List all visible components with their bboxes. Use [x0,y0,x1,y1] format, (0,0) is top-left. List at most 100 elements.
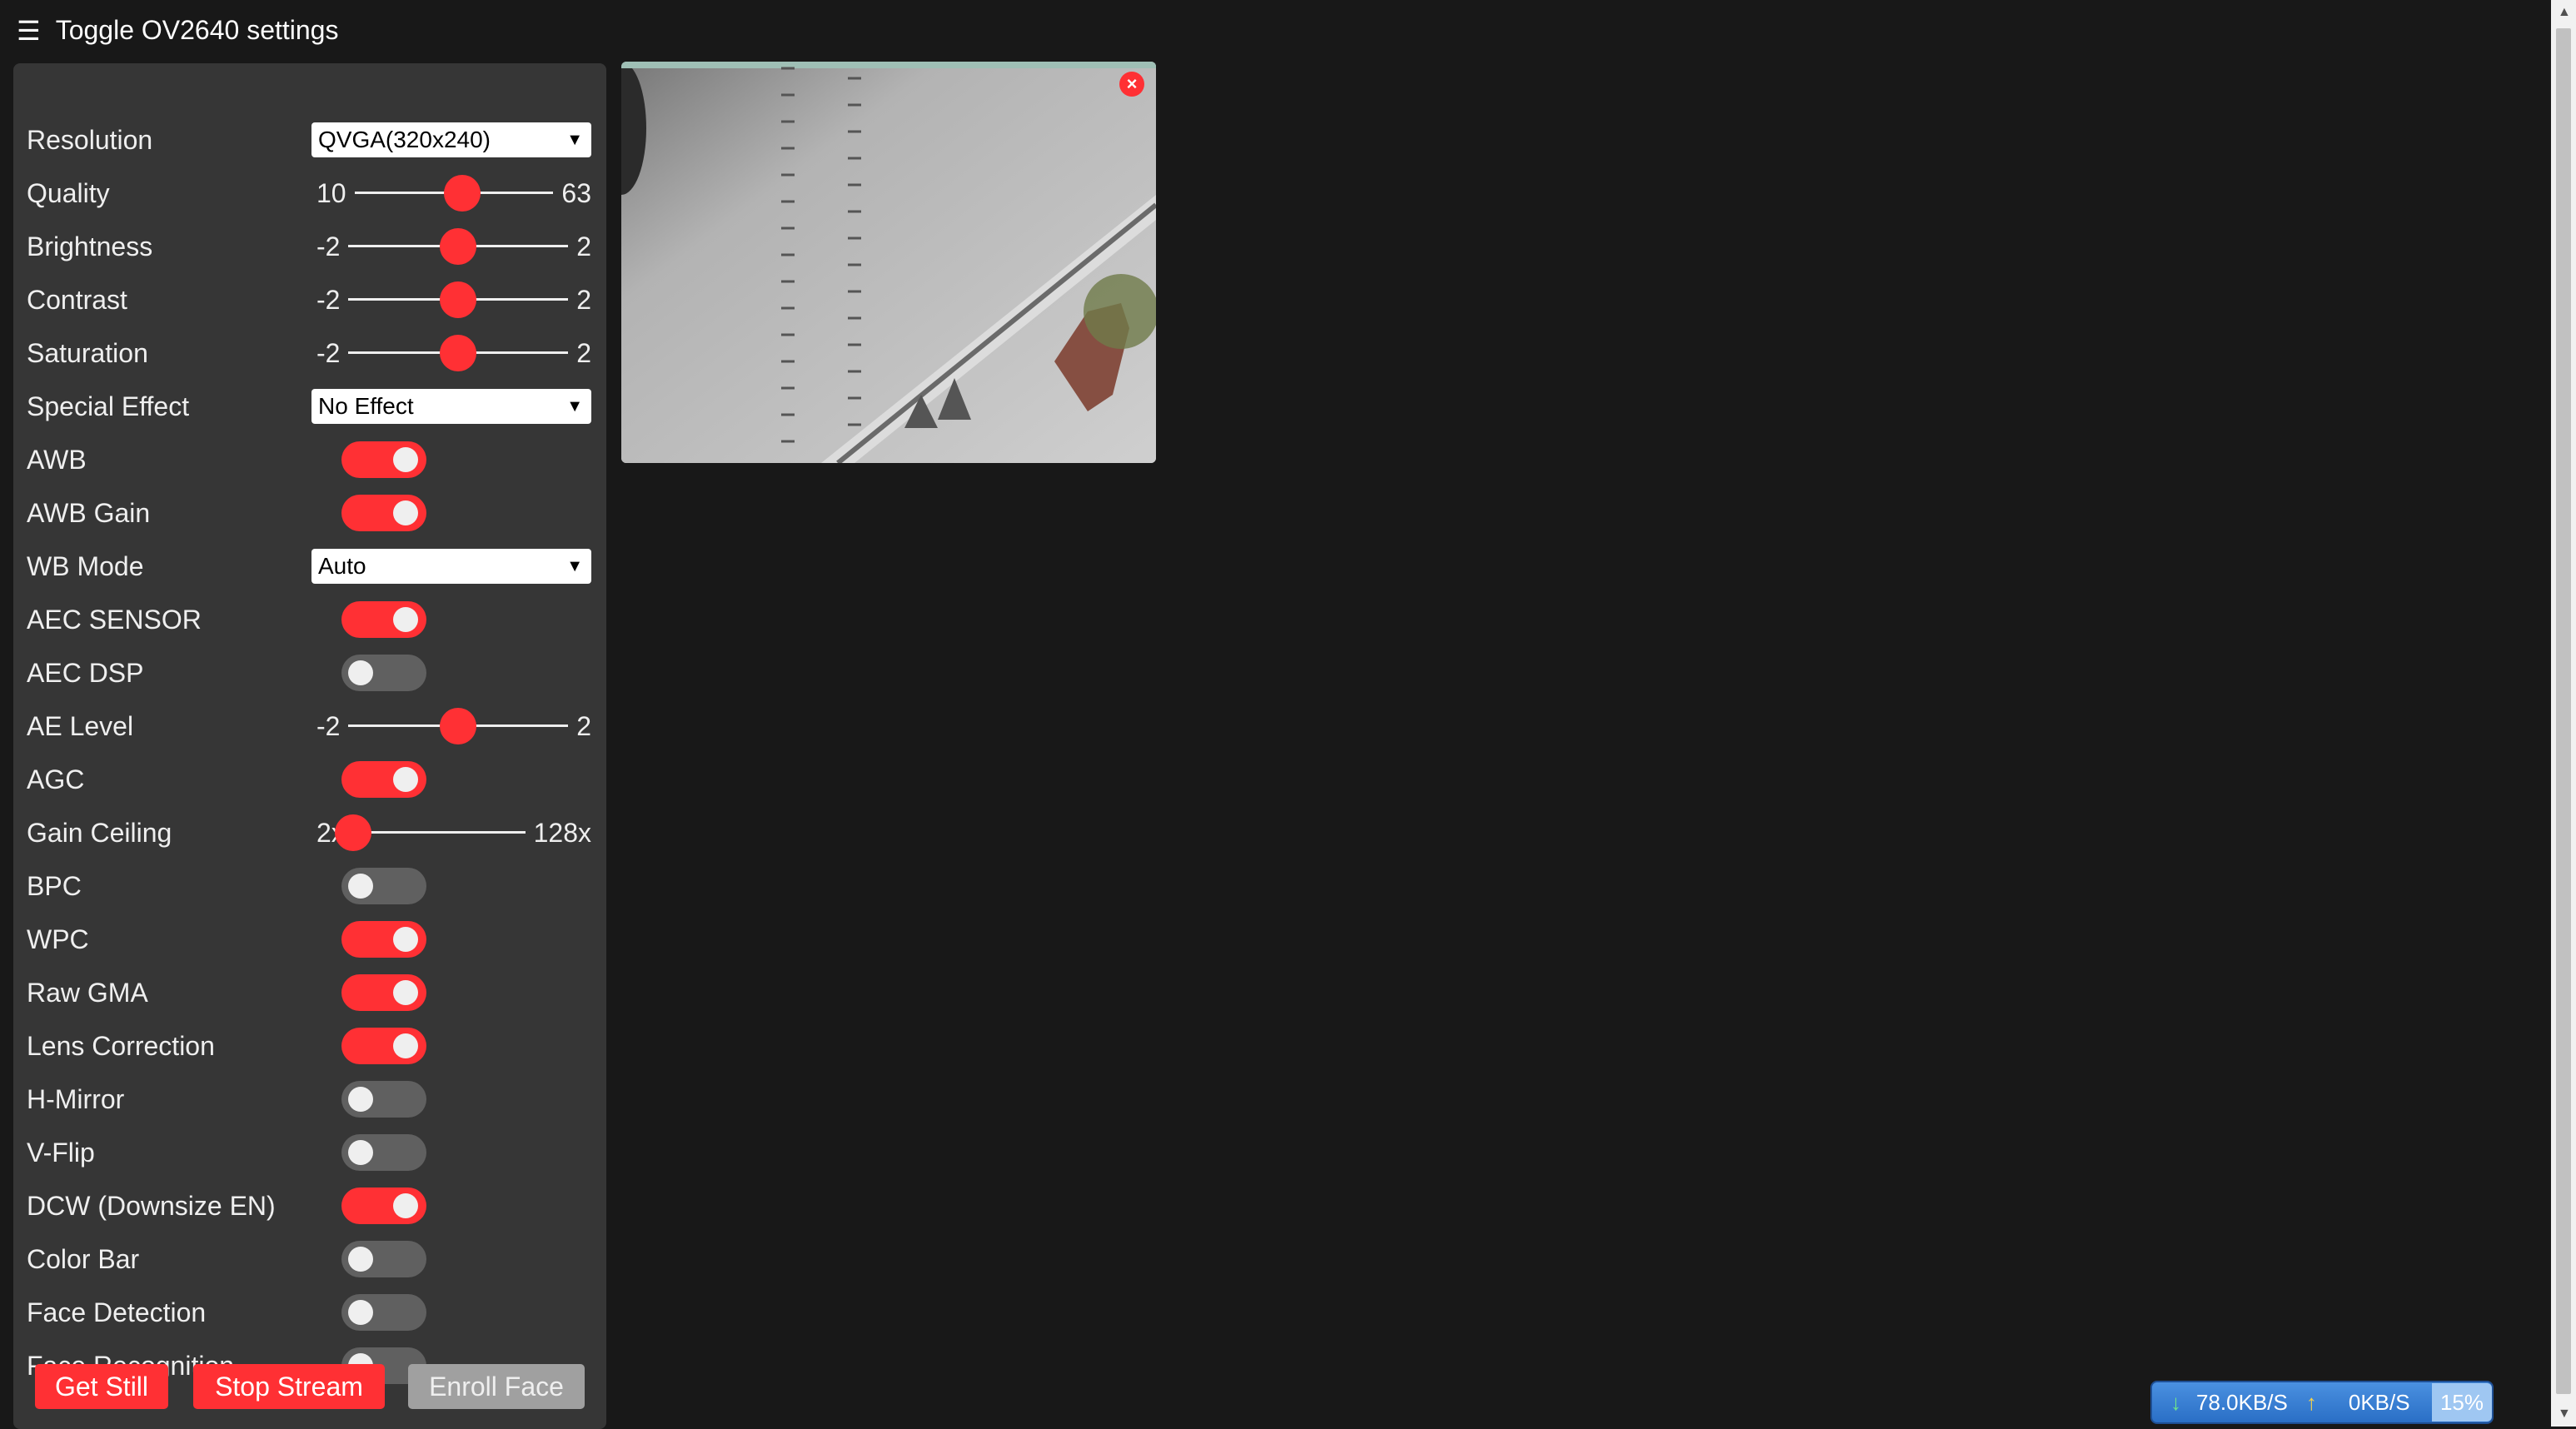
saturation-slider[interactable]: -2 2 [316,326,591,380]
dcw-toggle[interactable] [341,1188,426,1224]
download-speed: 78.0KB/S [2196,1389,2288,1415]
row-quality: Quality 10 63 [13,167,606,220]
contrast-slider[interactable]: -2 2 [316,273,591,326]
row-wpc: WPC [13,913,606,966]
row-h-mirror: H-Mirror [13,1073,606,1126]
awb-gain-label: AWB Gain [27,497,151,528]
network-speed-widget[interactable]: ↓ 78.0KB/S ↑ 0KB/S 15% [2150,1381,2494,1424]
scroll-down-icon[interactable]: ▼ [2558,1407,2571,1422]
row-awb-gain: AWB Gain [13,486,606,540]
chevron-down-icon: ▼ [566,397,583,416]
agc-toggle[interactable] [341,761,426,798]
aec-dsp-toggle[interactable] [341,655,426,691]
bpc-toggle[interactable] [341,868,426,904]
special-effect-select[interactable]: No Effect ▼ [311,389,591,424]
toggle-knob [348,874,373,899]
lens-correction-toggle[interactable] [341,1028,426,1064]
toggle-knob [393,927,418,952]
close-icon: × [1126,73,1138,94]
h-mirror-toggle[interactable] [341,1081,426,1118]
chevron-down-icon: ▼ [566,131,583,149]
slider-min: -2 [316,231,341,261]
slider-min: 10 [316,177,346,208]
chevron-down-icon: ▼ [566,557,583,575]
v-flip-toggle[interactable] [341,1134,426,1171]
row-special-effect: Special Effect No Effect ▼ [13,380,606,433]
slider-track[interactable] [352,831,526,834]
hamburger-icon[interactable]: ☰ [17,17,41,44]
stop-stream-button[interactable]: Stop Stream [193,1364,385,1409]
slider-max: 2 [576,710,591,741]
close-stream-button[interactable]: × [1119,72,1144,97]
row-awb: AWB [13,433,606,486]
slider-thumb[interactable] [334,814,371,851]
quality-slider[interactable]: 10 63 [316,167,591,220]
resolution-select[interactable]: QVGA(320x240) ▼ [311,122,591,157]
dcw-label: DCW (Downsize EN) [27,1190,276,1221]
slider-max: 2 [576,284,591,315]
slider-max: 63 [561,177,591,208]
get-still-button[interactable]: Get Still [35,1364,168,1409]
v-flip-label: V-Flip [27,1137,95,1168]
upload-arrow-icon: ↑ [2305,1389,2317,1415]
row-aec-sensor: AEC SENSOR [13,593,606,646]
header-title[interactable]: Toggle OV2640 settings [56,15,339,46]
aec-sensor-label: AEC SENSOR [27,604,202,635]
special-effect-value: No Effect [318,393,414,419]
slider-thumb[interactable] [440,708,477,744]
special-effect-label: Special Effect [27,391,190,421]
row-raw-gma: Raw GMA [13,966,606,1019]
toggle-knob [348,1087,373,1112]
enroll-face-button[interactable]: Enroll Face [408,1364,585,1409]
wb-mode-select[interactable]: Auto ▼ [311,549,591,584]
ae-level-slider[interactable]: -2 2 [316,700,591,753]
awb-toggle[interactable] [341,441,426,478]
row-lens-correction: Lens Correction [13,1019,606,1073]
scroll-up-icon[interactable]: ▲ [2558,5,2571,20]
row-resolution: Resolution QVGA(320x240) ▼ [13,113,606,167]
toggle-knob [348,1140,373,1165]
color-bar-toggle[interactable] [341,1241,426,1277]
slider-min: -2 [316,337,341,368]
wpc-toggle[interactable] [341,921,426,958]
gain-ceiling-slider[interactable]: 2x 128x [316,806,591,859]
aec-sensor-toggle[interactable] [341,601,426,638]
raw-gma-toggle[interactable] [341,974,426,1011]
slider-thumb[interactable] [440,228,477,265]
agc-label: AGC [27,764,85,794]
slider-thumb[interactable] [440,335,477,371]
row-saturation: Saturation -2 2 [13,326,606,380]
awb-gain-toggle[interactable] [341,495,426,531]
row-brightness: Brightness -2 2 [13,220,606,273]
saturation-label: Saturation [27,337,148,368]
face-detection-toggle[interactable] [341,1294,426,1331]
slider-thumb[interactable] [440,281,477,318]
cpu-percent: 15% [2432,1383,2492,1422]
quality-label: Quality [27,177,110,208]
scrollbar-thumb[interactable] [2556,28,2571,1394]
row-gain-ceiling: Gain Ceiling 2x 128x [13,806,606,859]
download-arrow-icon: ↓ [2170,1389,2181,1415]
upload-speed: 0KB/S [2348,1389,2410,1415]
contrast-label: Contrast [27,284,127,315]
toggle-knob [393,767,418,792]
h-mirror-label: H-Mirror [27,1083,125,1114]
gain-ceiling-label: Gain Ceiling [27,817,172,848]
slider-thumb[interactable] [443,175,481,212]
toggle-knob [393,1193,418,1218]
row-face-detection: Face Detection [13,1286,606,1339]
settings-toggle-header[interactable]: ☰ Toggle OV2640 settings [17,15,338,46]
row-aec-dsp: AEC DSP [13,646,606,700]
wpc-label: WPC [27,924,89,954]
row-color-bar: Color Bar [13,1232,606,1286]
toggle-knob [393,607,418,632]
page-scrollbar[interactable]: ▲ ▼ [2551,0,2576,1427]
toggle-knob [348,1300,373,1325]
toggle-knob [348,1247,373,1272]
face-detection-label: Face Detection [27,1297,207,1327]
toggle-knob [393,980,418,1005]
ae-level-label: AE Level [27,710,134,741]
raw-gma-label: Raw GMA [27,977,148,1008]
brightness-label: Brightness [27,231,153,261]
brightness-slider[interactable]: -2 2 [316,220,591,273]
